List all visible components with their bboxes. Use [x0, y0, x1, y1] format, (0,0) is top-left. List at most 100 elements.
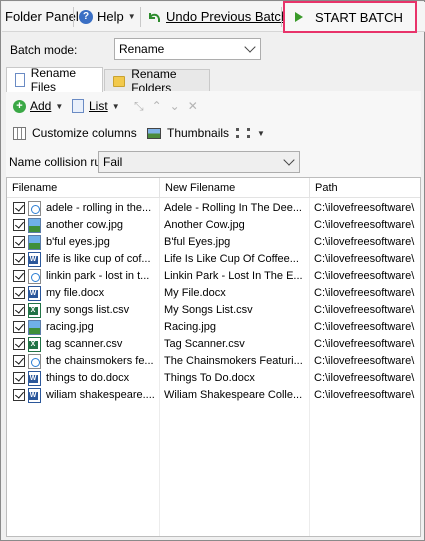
column-header-filename[interactable]: Filename — [7, 178, 160, 198]
cell-path: C:\ilovefreesoftware\ — [314, 389, 415, 401]
help-button[interactable]: ? Help ▼ — [79, 2, 136, 32]
cell-filename: adele - rolling in the... — [46, 202, 152, 214]
row-checkbox[interactable] — [13, 389, 25, 401]
csv-file-icon — [28, 337, 41, 352]
cell-path: C:\ilovefreesoftware\ — [314, 355, 415, 367]
row-checkbox[interactable] — [13, 355, 25, 367]
thumbnails-label: Thumbnails — [167, 126, 230, 140]
collision-rule-select[interactable]: Fail — [98, 151, 300, 173]
add-button[interactable]: + Add ▼ — [13, 96, 63, 116]
cell-path: C:\ilovefreesoftware\ — [314, 372, 415, 384]
table-row[interactable]: linkin park - lost in t... Linkin Park - … — [7, 268, 420, 285]
row-checkbox[interactable] — [13, 219, 25, 231]
help-icon: ? — [79, 10, 93, 24]
cell-filename: my file.docx — [46, 287, 105, 299]
cell-new-filename: Adele - Rolling In The Dee... — [164, 202, 302, 214]
table-row[interactable]: b'ful eyes.jpg B'ful Eyes.jpg C:\ilovefree… — [7, 234, 420, 251]
folder-icon — [113, 75, 126, 87]
row-checkbox[interactable] — [13, 236, 25, 248]
row-checkbox[interactable] — [13, 202, 25, 214]
list-button[interactable]: List ▼ — [72, 96, 120, 116]
help-label: Help — [97, 9, 124, 24]
cell-new-filename: Things To Do.docx — [164, 372, 255, 384]
cell-path: C:\ilovefreesoftware\ — [314, 321, 415, 333]
customize-columns-button[interactable]: Customize columns — [13, 123, 137, 143]
cell-filename: another cow.jpg — [46, 219, 124, 231]
cell-filename: the chainsmokers fe... — [46, 355, 154, 367]
undo-previous-batch-button[interactable]: Undo Previous Batch — [147, 2, 288, 32]
cell-path: C:\ilovefreesoftware\ — [314, 219, 415, 231]
row-checkbox[interactable] — [13, 372, 25, 384]
toolbar-divider — [281, 7, 282, 27]
mp3-file-icon — [28, 354, 41, 369]
cell-path: C:\ilovefreesoftware\ — [314, 270, 415, 282]
table-row[interactable]: my file.docx My File.docx C:\ilovefreesoft… — [7, 285, 420, 302]
view-options-button[interactable]: ▼ — [236, 123, 265, 143]
csv-file-icon — [28, 303, 41, 318]
chevron-down-icon: ▼ — [55, 101, 64, 111]
batch-mode-select[interactable]: Rename — [114, 38, 261, 60]
jpg-file-icon — [28, 218, 41, 233]
move-down-icon[interactable]: ⌄ — [170, 99, 180, 113]
batch-mode-value: Rename — [119, 42, 165, 56]
column-header-path[interactable]: Path — [310, 178, 420, 198]
mp3-file-icon — [28, 269, 41, 284]
jpg-file-icon — [28, 235, 41, 250]
table-row[interactable]: another cow.jpg Another Cow.jpg C:\ilovefr… — [7, 217, 420, 234]
row-checkbox[interactable] — [13, 338, 25, 350]
columns-icon — [13, 126, 26, 140]
cell-filename: life is like cup of cof... — [46, 253, 151, 265]
table-row[interactable]: things to do.docx Things To Do.docx C:\ilo… — [7, 370, 420, 387]
table-row[interactable]: tag scanner.csv Tag Scanner.csv C:\ilovefr… — [7, 336, 420, 353]
cell-new-filename: Racing.jpg — [164, 321, 216, 333]
batch-mode-label: Batch mode: — [10, 43, 78, 57]
list-label: List — [89, 99, 108, 113]
row-checkbox[interactable] — [13, 253, 25, 265]
chevron-down-icon — [244, 41, 256, 53]
cell-filename: things to do.docx — [46, 372, 130, 384]
remove-icon[interactable]: ✕ — [188, 99, 198, 113]
table-row[interactable]: the chainsmokers fe... The Chainsmokers F… — [7, 353, 420, 370]
row-checkbox[interactable] — [13, 321, 25, 333]
cell-new-filename: Tag Scanner.csv — [164, 338, 245, 350]
undo-icon — [149, 13, 160, 22]
cell-filename: wiliam shakespeare.... — [46, 389, 155, 401]
cell-new-filename: Wiliam Shakespeare Colle... — [164, 389, 303, 401]
row-checkbox[interactable] — [13, 304, 25, 316]
cell-new-filename: My File.docx — [164, 287, 226, 299]
chevron-down-icon: ▼ — [111, 101, 120, 111]
chevron-down-icon: ▼ — [127, 12, 136, 21]
cell-new-filename: My Songs List.csv — [164, 304, 253, 316]
expand-icon[interactable]: ⤡ — [134, 99, 144, 114]
start-batch-button[interactable]: START BATCH — [283, 1, 417, 33]
tab-rename-folders[interactable]: Rename Folders — [104, 67, 210, 95]
table-row[interactable]: wiliam shakespeare.... Wiliam Shakespeare… — [7, 387, 420, 404]
docx-file-icon — [28, 371, 41, 386]
thumbnails-button[interactable]: Thumbnails — [147, 123, 229, 143]
cell-filename: b'ful eyes.jpg — [46, 236, 110, 248]
cell-path: C:\ilovefreesoftware\ — [314, 202, 415, 214]
cell-new-filename: The Chainsmokers Featuri... — [164, 355, 303, 367]
cell-new-filename: Another Cow.jpg — [164, 219, 245, 231]
grid-view-icon — [236, 128, 250, 138]
row-checkbox[interactable] — [13, 270, 25, 282]
jpg-file-icon — [28, 320, 41, 335]
image-icon — [147, 127, 161, 139]
cell-new-filename: Life Is Like Cup Of Coffee... — [164, 253, 299, 265]
row-checkbox[interactable] — [13, 287, 25, 299]
column-header-new-filename[interactable]: New Filename — [160, 178, 310, 198]
table-row[interactable]: my songs list.csv My Songs List.csv C:\ilo… — [7, 302, 420, 319]
table-row[interactable]: racing.jpg Racing.jpg C:\ilovefreesoftware… — [7, 319, 420, 336]
chevron-down-icon: ▼ — [257, 128, 265, 138]
cell-filename: tag scanner.csv — [46, 338, 123, 350]
folder-panel-button[interactable]: Folder Panel — [5, 2, 79, 32]
table-row[interactable]: life is like cup of cof... Life Is Like C… — [7, 251, 420, 268]
table-row[interactable]: adele - rolling in the... Adele - Rolling… — [7, 200, 420, 217]
file-table: Filename New Filename Path adele - rolli… — [6, 177, 421, 537]
toolbar-divider — [140, 7, 141, 27]
tab-rename-files[interactable]: Rename Files — [6, 66, 103, 94]
move-up-icon[interactable]: ⌃ — [152, 99, 162, 113]
cell-new-filename: B'ful Eyes.jpg — [164, 236, 231, 248]
app-window: Folder Panel ? Help ▼ Undo Previous Batc… — [0, 0, 425, 541]
cell-filename: racing.jpg — [46, 321, 94, 333]
